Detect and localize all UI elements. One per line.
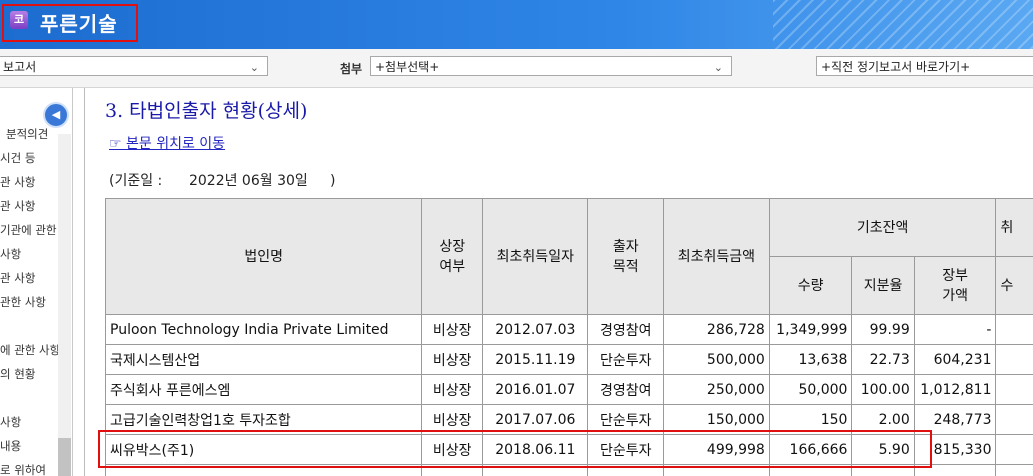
basis-date: (기준일 : 2022년 06월 30일 ) [109, 173, 336, 189]
header-book-value: 장부 가액 [913, 256, 997, 315]
cell-name: 국제시스템산업 [104, 344, 423, 375]
app-header: 코 푸른기술 [0, 0, 1033, 49]
cell-name: 씨유박스(주1) [104, 434, 423, 465]
cell-listed: 비상장 [421, 404, 484, 435]
section-title: 3. 타법인출자 현황(상세) [105, 100, 308, 122]
cell-ratio: 99.99 [851, 314, 915, 345]
sidebar-item[interactable]: 관 사항 [0, 198, 35, 214]
sidebar-scrollbar[interactable] [58, 134, 71, 476]
cell-ratio: 22.73 [851, 344, 915, 375]
cell-name: Puloon Technology India Private Limited [104, 314, 423, 345]
cell-amount: 499,998 [663, 434, 770, 465]
cell-book: 604,231 [913, 344, 997, 375]
report-select[interactable]: 보고서 ⌄ [0, 56, 268, 76]
header-pattern [773, 0, 1033, 49]
cell-amount: 500,000 [663, 344, 770, 375]
cell-name: 주식회사 푸른에스엠 [104, 374, 423, 405]
table-row-highlighted: 씨유박스(주1) 비상장 2018.06.11 단순투자 499,998 166… [104, 434, 1033, 465]
cell-listed: 비상장 [421, 434, 484, 465]
attach-select[interactable]: +첨부선택+ ⌄ [370, 56, 732, 76]
cell-extra [995, 344, 1033, 375]
table-row: 국제시스템산업 비상장 2015.11.19 단순투자 500,000 13,6… [104, 344, 1033, 375]
cell-date: 2018.06.11 [482, 434, 589, 465]
cell-date: 2015.11.19 [482, 344, 589, 375]
cell-date: 2012.07.03 [482, 314, 589, 345]
cell-amount: 250,000 [663, 374, 770, 405]
previous-report-select[interactable]: +직전 정기보고서 바로가기+ [816, 56, 1033, 76]
cell-qty: 13,638 [768, 344, 853, 375]
cell-purpose: 단순투자 [587, 404, 665, 435]
cell-extra [995, 314, 1033, 345]
cell-purpose: 경영참여 [587, 374, 665, 405]
header-listed: 상장 여부 [421, 198, 484, 315]
cell-ratio: 5.90 [851, 434, 915, 465]
document-content: 3. 타법인출자 현황(상세) ☞ 본문 위치로 이동 (기준일 : 2022년… [84, 88, 1033, 476]
sidebar-scrollbar-thumb[interactable] [58, 438, 71, 476]
sidebar-item[interactable]: 사항 [0, 246, 21, 262]
goto-body-link[interactable]: ☞ 본문 위치로 이동 [109, 133, 225, 153]
table-row [104, 464, 1033, 476]
sidebar-item[interactable]: 의 현황 [0, 366, 35, 382]
investment-table: 법인명 상장 여부 최초취득일자 출자 목적 최초취득금액 기초잔액 취 수량 … [104, 198, 1033, 476]
cell-book: 248,773 [913, 404, 997, 435]
header-extra-top: 취 [995, 198, 1033, 257]
header-ratio: 지분율 [851, 256, 915, 315]
cell-book: 815,330 [913, 434, 997, 465]
attach-label: 첨부 [340, 62, 363, 76]
sidebar-item[interactable]: 로 위하여 [0, 462, 46, 476]
cell-amount: 150,000 [663, 404, 770, 435]
cell-date: 2016.01.07 [482, 374, 589, 405]
sidebar-item[interactable]: 시건 등 [0, 150, 35, 166]
chevron-down-icon: ⌄ [249, 61, 259, 74]
attach-select-value: +첨부선택+ [375, 60, 440, 74]
sidebar-item[interactable]: 분적의견 [6, 126, 48, 142]
cell-qty: 150 [768, 404, 853, 435]
header-first-date: 최초취득일자 [482, 198, 589, 315]
sidebar-item[interactable]: 관 사항 [0, 270, 35, 286]
cell-listed: 비상장 [421, 374, 484, 405]
header-opening-balance: 기초잔액 [768, 198, 997, 257]
cell-book: - [913, 314, 997, 345]
cell-listed: 비상장 [421, 314, 484, 345]
toolbar: 보고서 ⌄ 첨부 +첨부선택+ ⌄ +직전 정기보고서 바로가기+ [0, 49, 1033, 88]
table-row: Puloon Technology India Private Limited … [104, 314, 1033, 345]
cell-book: 1,012,811 [913, 374, 997, 405]
header-first-amount: 최초취득금액 [663, 198, 770, 315]
cell-qty: 166,666 [768, 434, 853, 465]
header-purpose: 출자 목적 [587, 198, 665, 315]
cell-ratio: 2.00 [851, 404, 915, 435]
cell-amount: 286,728 [663, 314, 770, 345]
cell-purpose: 경영참여 [587, 314, 665, 345]
header-extra-sub: 수 [995, 256, 1033, 315]
cell-extra [995, 404, 1033, 435]
header-name: 법인명 [104, 198, 423, 315]
sidebar-item[interactable]: 사항 [0, 414, 21, 430]
cell-extra [995, 434, 1033, 465]
report-select-value: 보고서 [3, 60, 37, 74]
cell-purpose: 단순투자 [587, 434, 665, 465]
sidebar-item[interactable]: 관한 사항 [0, 294, 46, 310]
cell-qty: 1,349,999 [768, 314, 853, 345]
header-qty: 수량 [768, 256, 853, 315]
previous-report-select-value: +직전 정기보고서 바로가기+ [821, 60, 971, 74]
sidebar-item[interactable]: 기관에 관한 [0, 222, 57, 238]
company-logo-icon: 코 [10, 11, 28, 29]
cell-name: 고급기술인력창업1호 투자조합 [104, 404, 423, 435]
cell-listed: 비상장 [421, 344, 484, 375]
sidebar-item[interactable]: 관 사항 [0, 174, 35, 190]
table-row: 주식회사 푸른에스엠 비상장 2016.01.07 경영참여 250,000 5… [104, 374, 1033, 405]
company-name: 푸른기술 [40, 12, 118, 36]
cell-purpose: 단순투자 [587, 344, 665, 375]
chevron-down-icon: ⌄ [713, 61, 723, 74]
cell-date: 2017.07.06 [482, 404, 589, 435]
cell-ratio: 100.00 [851, 374, 915, 405]
sidebar-item[interactable]: 내용 [0, 438, 21, 454]
table-row: 고급기술인력창업1호 투자조합 비상장 2017.07.06 단순투자 150,… [104, 404, 1033, 435]
cell-extra [995, 374, 1033, 405]
cell-qty: 50,000 [768, 374, 853, 405]
sidebar-item[interactable]: 에 관한 사항 [0, 342, 60, 358]
collapse-sidebar-icon[interactable]: ◀ [43, 102, 69, 128]
